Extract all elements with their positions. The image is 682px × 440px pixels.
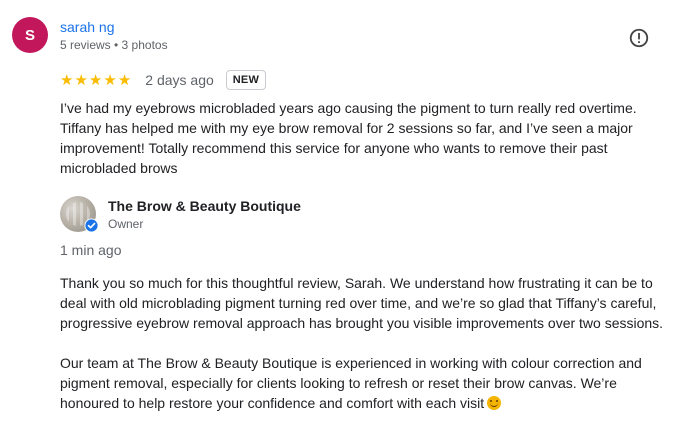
new-badge: NEW [225, 70, 267, 90]
star-rating: ★ ★ ★ ★ ★ [60, 73, 131, 88]
smiling-face-icon [487, 396, 502, 410]
star-icon: ★ [60, 71, 74, 89]
reviewer-meta: 5 reviews • 3 photos [60, 38, 168, 52]
star-icon: ★ [117, 71, 132, 89]
rating-row: ★ ★ ★ ★ ★ 2 days ago NEW [60, 70, 267, 90]
review-time: 2 days ago [145, 72, 214, 88]
reviewer-name-link[interactable]: sarah ng [60, 19, 114, 35]
owner-role: Owner [108, 217, 144, 231]
review-text: I’ve had my eyebrows microbladed years a… [60, 100, 637, 176]
reply-time: 1 min ago [60, 242, 122, 258]
star-icon: ★ [103, 71, 117, 89]
star-icon: ★ [74, 71, 88, 89]
reply-paragraph-text: Our team at The Brow & Beauty Boutique i… [60, 355, 642, 411]
owner-name: The Brow & Beauty Boutique [108, 198, 301, 214]
star-icon: ★ [88, 71, 103, 89]
owner-reply-text: Thank you so much for this thoughtful re… [60, 273, 665, 413]
review-card: S sarah ng 5 reviews • 3 photos ★ ★ ★ ★ … [0, 0, 682, 440]
verified-badge-icon [84, 218, 99, 233]
reply-paragraph: Thank you so much for this thoughtful re… [60, 275, 664, 331]
report-icon[interactable] [628, 27, 650, 49]
reviewer-avatar[interactable]: S [12, 17, 48, 53]
reply-paragraph: Our team at The Brow & Beauty Boutique i… [60, 353, 665, 413]
